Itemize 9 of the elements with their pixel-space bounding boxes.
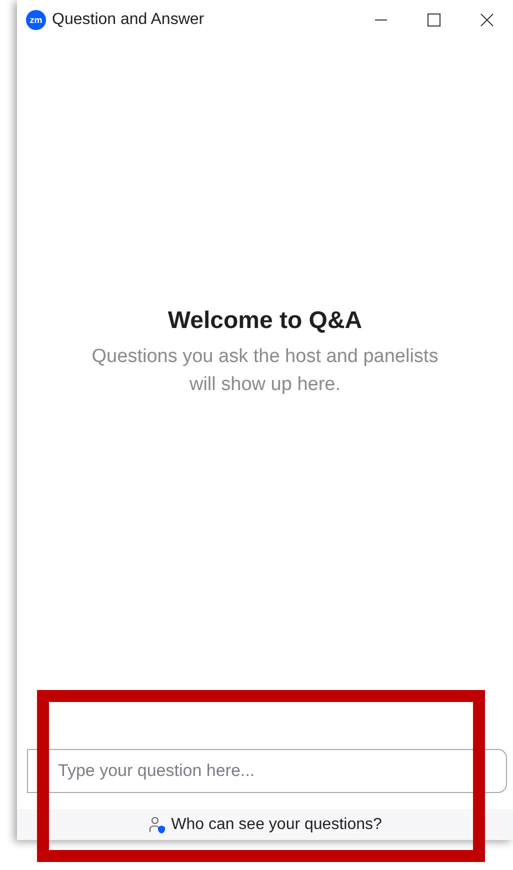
app-logo-icon: zm: [26, 10, 46, 30]
window-title: Question and Answer: [52, 11, 204, 29]
question-input-field[interactable]: Type your question here...: [27, 749, 507, 793]
maximize-icon: [426, 13, 440, 27]
minimize-icon: [374, 19, 388, 21]
welcome-heading: Welcome to Q&A: [168, 307, 362, 335]
user-shield-icon: [148, 816, 166, 834]
welcome-message: Questions you ask the host and panelists will show up here.: [90, 345, 440, 397]
close-icon: [480, 13, 494, 27]
